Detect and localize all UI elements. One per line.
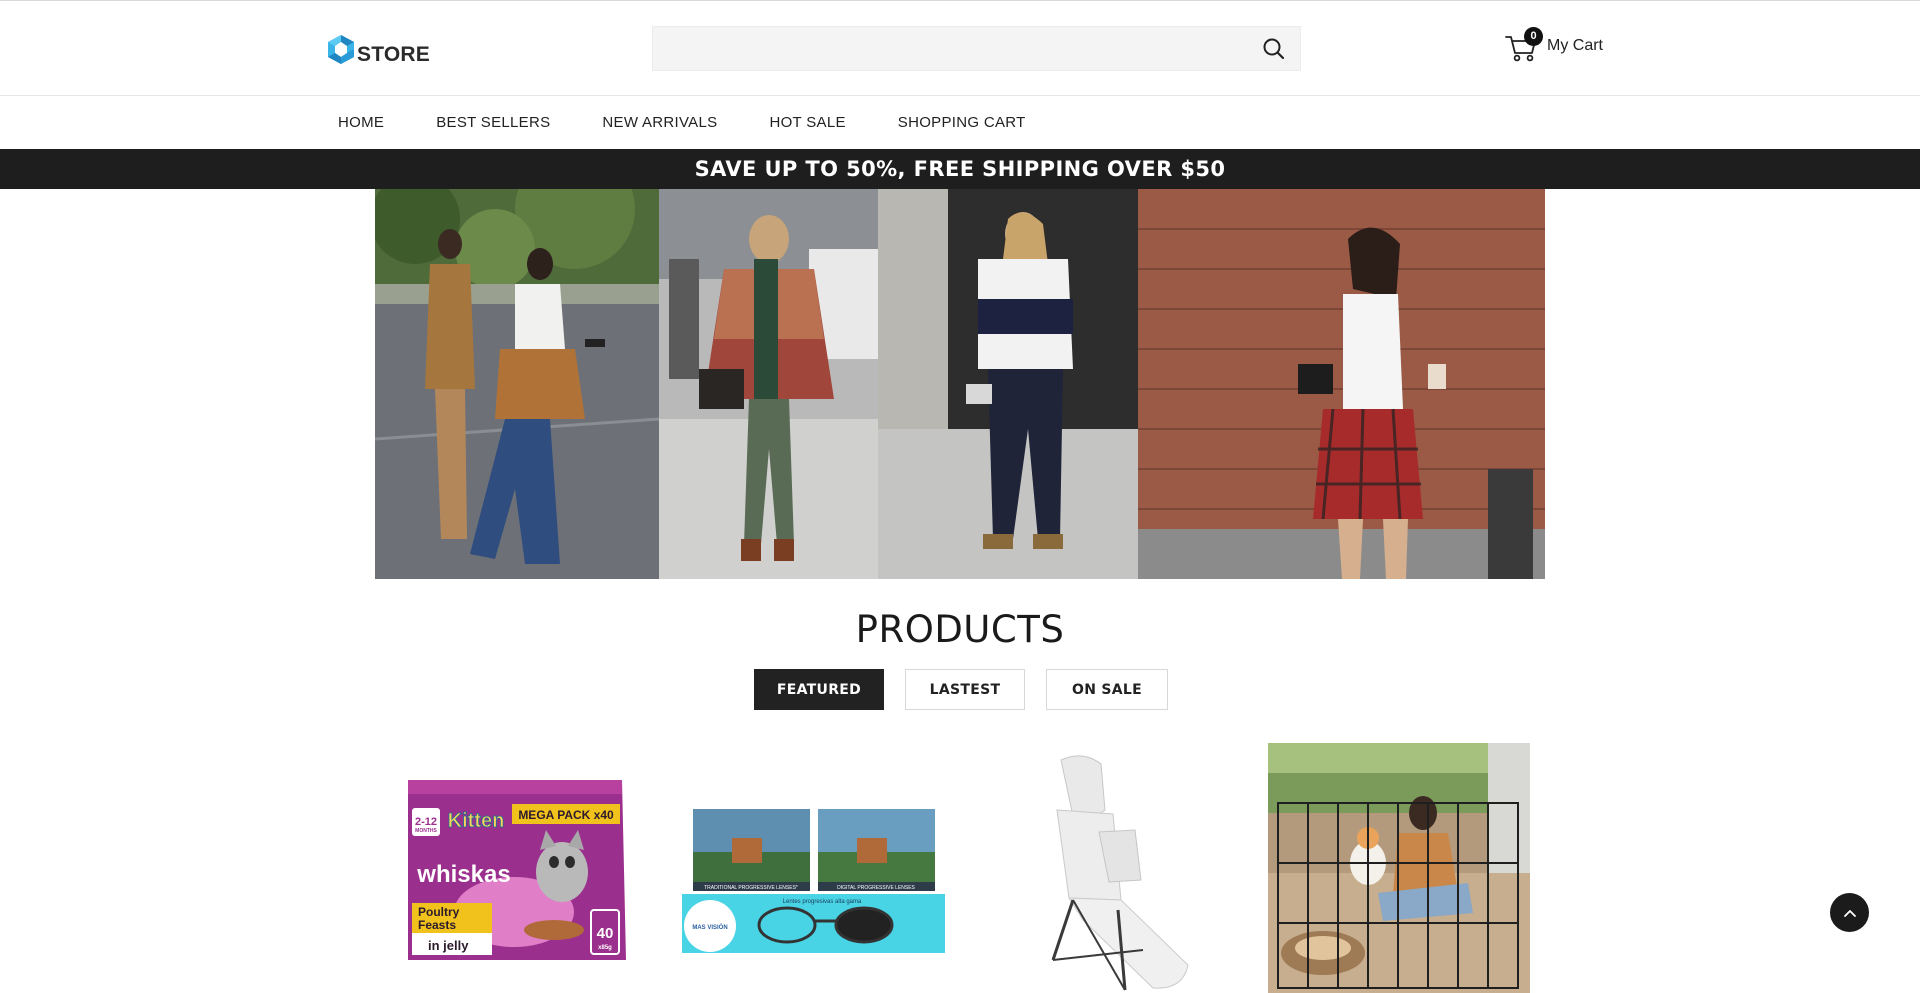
pack-age-unit-text: MONTHS (415, 828, 437, 834)
product-image-progressive-lenses: TRADITIONAL PROGRESSIVE LENSES* DIGITAL … (682, 808, 946, 954)
nav-item-home[interactable]: HOME (338, 114, 384, 131)
main-nav: HOME BEST SELLERS NEW ARRIVALS HOT SALE … (0, 96, 1920, 149)
pack-name-text: Kitten (448, 810, 505, 832)
lens-caption-right: DIGITAL PROGRESSIVE LENSES (837, 885, 915, 891)
hero-photo-brick-wall (1138, 189, 1545, 579)
pack-brand-text: whiskas (416, 861, 510, 888)
cart-button[interactable]: 0 My Cart (1505, 27, 1603, 63)
scroll-to-top-button[interactable] (1830, 893, 1869, 932)
search-input[interactable] (653, 27, 1243, 70)
product-card-kitten-food[interactable]: 2-12 MONTHS Kitten MEGA PACK x40 whiskas… (404, 762, 634, 984)
products-heading: PRODUCTS (855, 608, 1065, 651)
nav-item-shopping-cart[interactable]: SHOPPING CART (898, 114, 1026, 131)
search-icon[interactable] (1262, 37, 1286, 61)
chevron-up-icon (1843, 909, 1856, 917)
pack-size-text: x85g (598, 945, 612, 951)
store-logo[interactable]: STORE (327, 34, 430, 65)
hero-photo-street-duo (375, 189, 659, 579)
pack-flavor-line-2: Feasts (418, 918, 456, 932)
tab-featured[interactable]: FEATURED (754, 669, 884, 710)
nav-item-hot-sale[interactable]: HOT SALE (769, 114, 845, 131)
pack-age-text: 2-12 (415, 816, 437, 828)
pack-count-text: 40 (597, 925, 614, 942)
pack-badge-text: MEGA PACK x40 (518, 808, 614, 822)
product-tabs: FEATURED LASTEST ON SALE (754, 669, 1189, 710)
logo-icon (327, 34, 356, 65)
tab-lastest[interactable]: LASTEST (905, 669, 1025, 710)
product-image-kitten-food: 2-12 MONTHS Kitten MEGA PACK x40 whiskas… (404, 762, 634, 984)
lens-banner-brand: MAS VISIÓN (692, 923, 727, 931)
hero-photo-striped-top (878, 189, 1138, 579)
pack-style-text: in jelly (428, 938, 469, 953)
nav-item-best-sellers[interactable]: BEST SELLERS (436, 114, 550, 131)
lens-banner-text: Lentes progresivas alta gama (783, 899, 862, 905)
tab-on-sale[interactable]: ON SALE (1046, 669, 1168, 710)
logo-text: STORE (357, 43, 430, 66)
product-card-dog-playpen[interactable] (1268, 743, 1530, 993)
product-image-dog-playpen (1268, 743, 1530, 993)
product-card-progressive-lenses[interactable]: TRADITIONAL PROGRESSIVE LENSES* DIGITAL … (682, 808, 946, 954)
product-image-salon-chair (1013, 750, 1203, 993)
cart-label: My Cart (1547, 37, 1603, 54)
hero-banner[interactable] (375, 189, 1545, 579)
lens-caption-left: TRADITIONAL PROGRESSIVE LENSES* (704, 885, 798, 891)
pack-flavor-line-1: Poultry (418, 905, 460, 919)
site-header: STORE 0 My Cart (0, 1, 1920, 96)
product-card-salon-chair[interactable] (1013, 750, 1203, 993)
nav-item-new-arrivals[interactable]: NEW ARRIVALS (602, 114, 717, 131)
cart-count-badge: 0 (1524, 27, 1543, 46)
promo-banner: SAVE UP TO 50%, FREE SHIPPING OVER $50 (0, 149, 1920, 189)
cart-icon: 0 (1505, 27, 1543, 63)
hero-photo-plaid-cape (659, 189, 878, 579)
search-bar (652, 26, 1301, 71)
